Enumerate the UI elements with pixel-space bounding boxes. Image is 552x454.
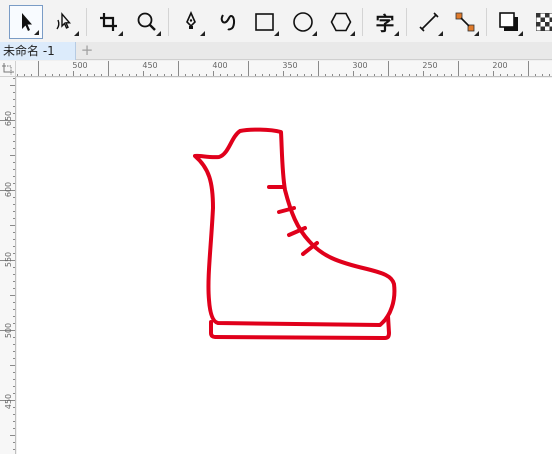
flyout-indicator-icon <box>394 31 399 36</box>
ruler-label: 200 <box>492 61 508 70</box>
flyout-indicator-icon <box>518 31 523 36</box>
text-glyph-icon: 字 <box>375 12 395 35</box>
vertical-ruler[interactable]: 650 600 550 500 450 <box>0 77 16 454</box>
app-window: 字 未命名 -1 + 500 450 400 350 300 250 200 6… <box>0 0 552 454</box>
ruler-origin-corner[interactable] <box>0 61 16 77</box>
ruler-label: 600 <box>4 181 14 198</box>
ruler-label: 450 <box>4 393 14 410</box>
ruler-label: 300 <box>352 61 368 70</box>
ruler-label: 500 <box>4 322 14 339</box>
ruler-origin-icon <box>2 63 14 75</box>
dimension-tool-button[interactable] <box>412 5 446 39</box>
flyout-indicator-icon <box>438 31 443 36</box>
ruler-label: 250 <box>422 61 438 70</box>
horizontal-ruler[interactable]: 500 450 400 350 300 250 200 <box>16 61 552 77</box>
drop-shadow-tool-button[interactable] <box>492 5 526 39</box>
pick-tool-button[interactable] <box>9 5 43 39</box>
flyout-indicator-icon <box>200 31 205 36</box>
document-tab[interactable]: 未命名 -1 <box>0 42 76 60</box>
pen-tool-button[interactable] <box>174 5 208 39</box>
toolbar-separator <box>86 8 87 36</box>
flyout-indicator-icon <box>156 31 161 36</box>
toolbox: 字 <box>0 0 552 42</box>
flyout-indicator-icon <box>474 31 479 36</box>
crop-tool-button[interactable] <box>92 5 126 39</box>
skate-blade-outline[interactable] <box>209 314 391 340</box>
artistic-media-tool-button[interactable] <box>212 5 246 39</box>
ruler-label: 550 <box>4 251 14 268</box>
ruler-label: 500 <box>72 61 88 70</box>
ruler-label: 350 <box>282 61 298 70</box>
flyout-indicator-icon <box>74 31 79 36</box>
toolbar-separator <box>406 8 407 36</box>
zoom-tool-button[interactable] <box>130 5 164 39</box>
connector-tool-button[interactable] <box>448 5 482 39</box>
flyout-indicator-icon <box>118 31 123 36</box>
ruler-label: 400 <box>212 61 228 70</box>
drawing-canvas[interactable] <box>17 78 552 454</box>
ruler-label: 450 <box>142 61 158 70</box>
curve-brush-icon <box>220 14 236 31</box>
rectangle-tool-button[interactable] <box>248 5 282 39</box>
skate-boot-outline[interactable] <box>193 127 397 327</box>
shape-tool-button[interactable] <box>48 5 82 39</box>
toolbar-separator <box>486 8 487 36</box>
polygon-tool-button[interactable] <box>324 5 358 39</box>
checkerboard-icon <box>536 13 552 31</box>
new-document-tab-button[interactable]: + <box>78 43 96 59</box>
pointer-arrow-icon <box>22 13 32 31</box>
ice-skate-drawing[interactable] <box>17 78 552 454</box>
flyout-indicator-icon <box>312 31 317 36</box>
flyout-indicator-icon <box>274 31 279 36</box>
flyout-indicator-icon <box>350 31 355 36</box>
text-tool-button[interactable]: 字 <box>368 5 402 39</box>
ellipse-tool-button[interactable] <box>286 5 320 39</box>
transparency-tool-button[interactable] <box>528 5 552 39</box>
document-tab-strip: 未命名 -1 + <box>0 42 552 60</box>
toolbar-separator <box>362 8 363 36</box>
ruler-label: 650 <box>4 110 14 127</box>
toolbar-separator <box>168 8 169 36</box>
flyout-indicator-icon <box>34 30 39 35</box>
